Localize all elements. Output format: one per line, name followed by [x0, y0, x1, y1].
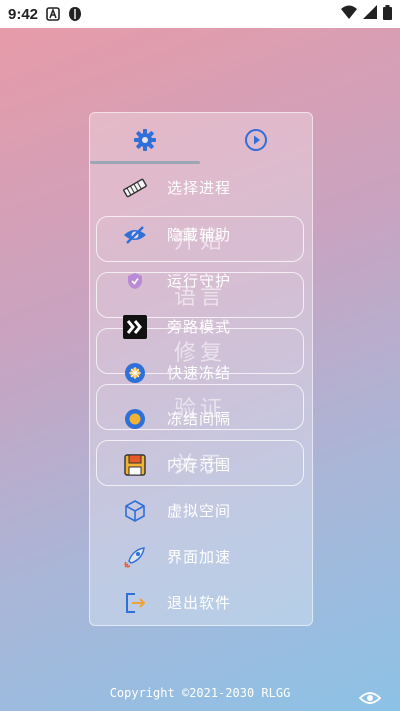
menu-item-label: 隐藏辅助: [167, 226, 232, 244]
menu-item-freeze-interval[interactable]: 冻结间隔: [90, 396, 312, 441]
menu-item-label: 内存范围: [167, 456, 232, 474]
memory-chip-icon: [122, 175, 148, 201]
menu-item-label: 界面加速: [167, 548, 232, 566]
cube-icon: [122, 498, 148, 524]
menu-item-hide-assist[interactable]: 隐藏辅助: [90, 212, 312, 257]
eye-icon: [359, 692, 381, 704]
battery-icon: [383, 4, 392, 24]
menu-item-label: 快速冻结: [167, 364, 232, 382]
menu-item-memory-range[interactable]: 内存范围: [90, 442, 312, 487]
menu-item-label: 选择进程: [167, 179, 232, 197]
menu-item-bypass-mode[interactable]: 旁路模式: [90, 304, 312, 349]
menu-item-ui-accelerate[interactable]: 界面加速: [90, 534, 312, 579]
menu-item-label: 运行守护: [167, 272, 232, 290]
shield-icon: [122, 268, 148, 294]
menu-item-virtual-space[interactable]: 虚拟空间: [90, 488, 312, 533]
menu-item-run-guard[interactable]: 运行守护: [90, 258, 312, 303]
interval-icon: [122, 406, 148, 432]
status-time: 9:42: [8, 5, 39, 23]
double-chevron-icon: [122, 314, 148, 340]
signal-icon: [363, 5, 377, 23]
menu-item-select-process[interactable]: 选择进程: [90, 165, 312, 210]
gear-icon: [134, 129, 156, 151]
eye-toggle-button[interactable]: [358, 688, 382, 708]
menu-item-exit[interactable]: 退出软件: [90, 580, 312, 625]
eye-off-icon: [122, 222, 148, 248]
tab-settings[interactable]: [132, 127, 158, 153]
play-circle-icon: [245, 129, 267, 151]
rocket-icon: [122, 544, 148, 570]
exit-icon: [122, 590, 148, 616]
notification-a-icon: [46, 7, 60, 21]
menu-item-label: 虚拟空间: [167, 502, 232, 520]
settings-menu-panel: 选择进程 隐藏辅助 运行守护 旁路模式 快速冻结 冻结间隔 内存范围 虚拟空间 …: [89, 112, 313, 626]
menu-item-quick-freeze[interactable]: 快速冻结: [90, 350, 312, 395]
panel-tab-bar: [90, 113, 312, 165]
menu-item-label: 冻结间隔: [167, 410, 232, 428]
snowflake-icon: [122, 360, 148, 386]
app-notification-icon: [68, 6, 82, 22]
copyright-text: Copyright ©2021-2030 RLGG: [109, 686, 291, 700]
menu-item-label: 旁路模式: [167, 318, 232, 336]
menu-item-label: 退出软件: [167, 594, 232, 612]
save-icon: [122, 452, 148, 478]
tab-play[interactable]: [243, 127, 269, 153]
wifi-icon: [341, 5, 357, 23]
status-bar: 9:42: [0, 0, 400, 28]
tab-indicator: [90, 161, 200, 164]
